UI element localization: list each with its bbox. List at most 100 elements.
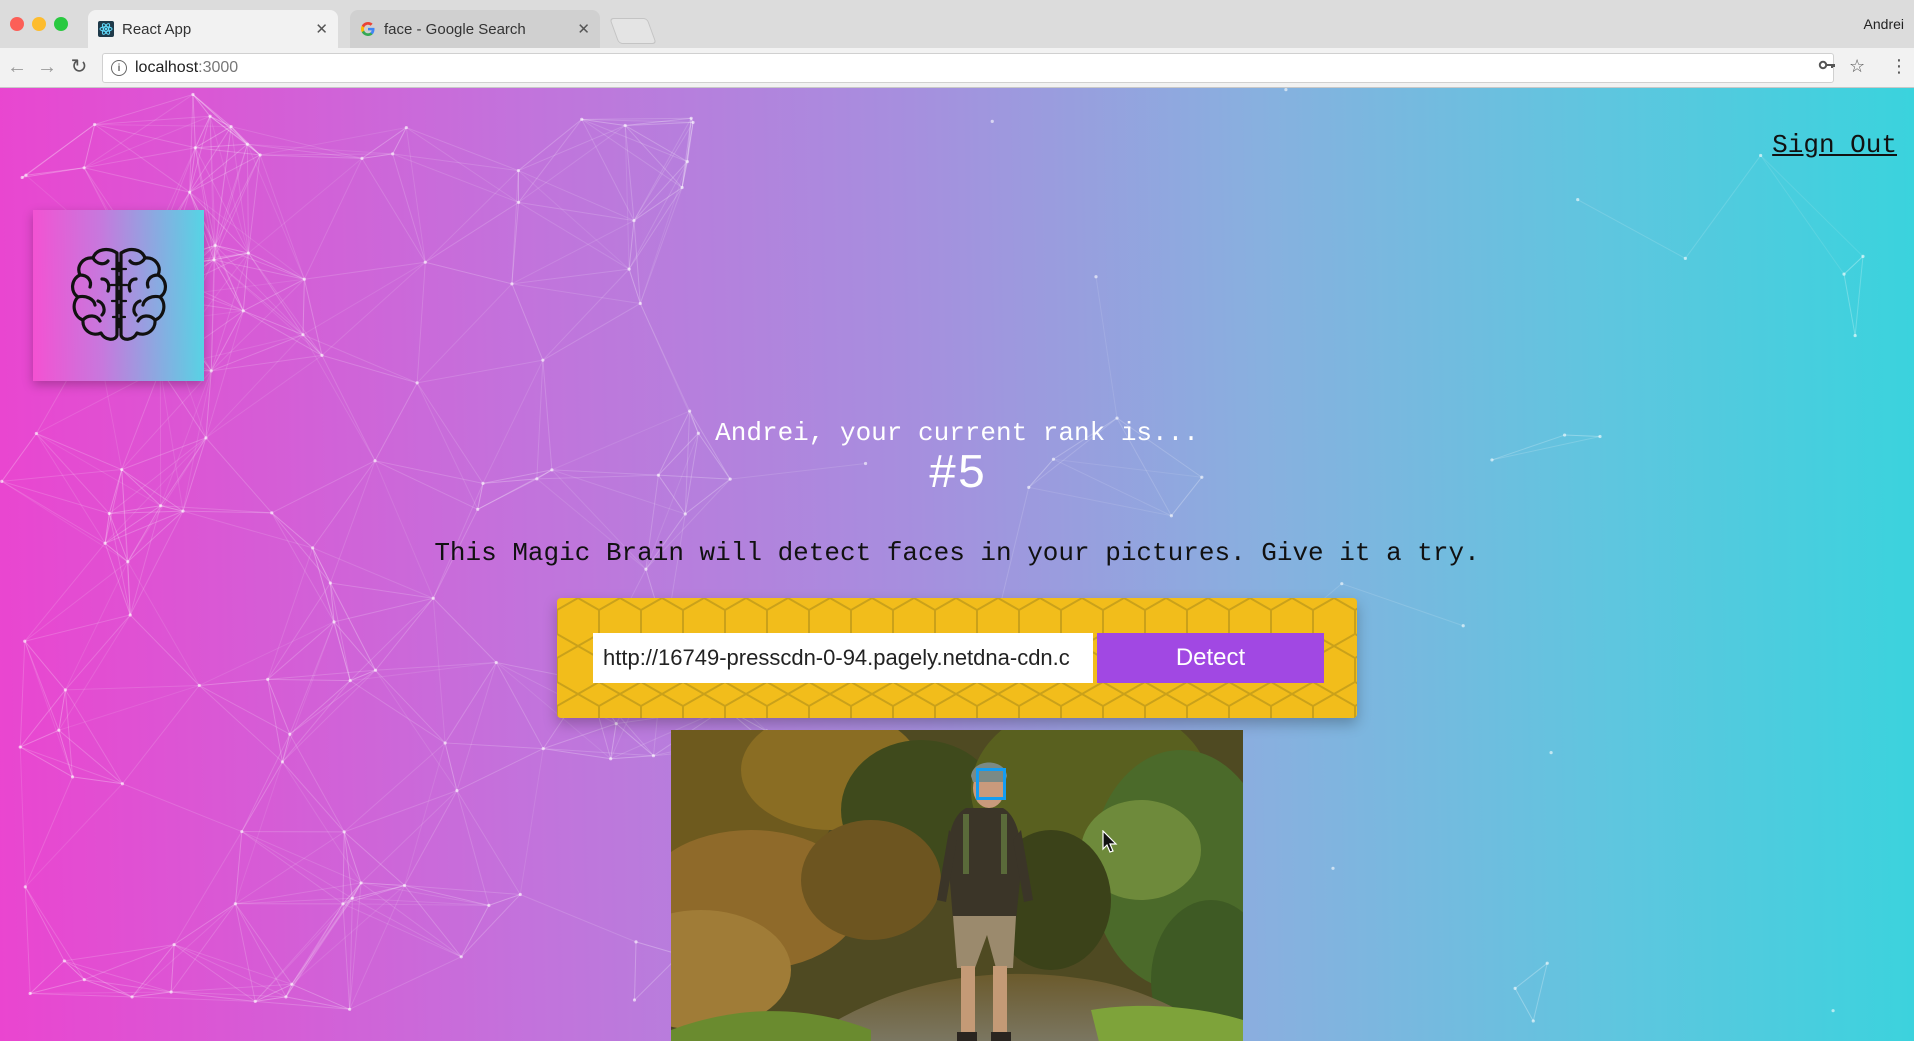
particle-link <box>58 614 131 731</box>
particle-link <box>416 262 426 383</box>
particle-dot <box>130 995 134 999</box>
particle-link <box>24 783 123 888</box>
particle-link <box>543 748 654 757</box>
particle-link <box>211 334 304 372</box>
particle-link <box>444 742 458 791</box>
particle-link <box>24 614 131 642</box>
particle-link <box>1760 155 1845 275</box>
particle-link <box>192 94 211 117</box>
particle-dot <box>172 943 176 947</box>
forward-arrow-icon[interactable]: → <box>34 54 60 80</box>
close-tab-icon[interactable]: ✕ <box>577 20 590 38</box>
url-port: :3000 <box>198 59 239 76</box>
particle-link <box>259 154 305 280</box>
particle-link <box>460 905 490 958</box>
particle-link <box>518 201 630 270</box>
image-url-input[interactable] <box>593 633 1093 683</box>
particle-link <box>171 991 286 998</box>
particle-link <box>518 201 635 222</box>
particle-dot <box>342 830 346 834</box>
detected-image <box>671 730 1243 1041</box>
address-bar[interactable]: i localhost:3000 <box>102 53 1834 83</box>
tab-strip: React App ✕ face - Google Search ✕ Andre… <box>0 0 1914 48</box>
react-icon <box>98 21 114 37</box>
info-icon[interactable]: i <box>111 60 127 76</box>
particle-link <box>282 761 345 833</box>
particle-link <box>84 979 133 998</box>
url-host: localhost <box>135 59 199 76</box>
particle-dot <box>1831 1009 1835 1013</box>
particle-dot <box>258 153 262 157</box>
particle-link <box>84 167 190 193</box>
close-tab-icon[interactable]: ✕ <box>315 20 328 38</box>
particle-dot <box>391 152 395 156</box>
particle-link <box>195 143 248 149</box>
particle-link <box>456 790 521 895</box>
particle-dot <box>423 260 427 264</box>
tab-react-app[interactable]: React App ✕ <box>88 10 338 48</box>
particle-dot <box>623 123 627 128</box>
particle-dot <box>191 92 195 97</box>
detect-button[interactable]: Detect <box>1097 633 1324 683</box>
back-arrow-icon[interactable]: ← <box>4 54 30 80</box>
particle-dot <box>229 124 233 129</box>
minimize-window-button[interactable] <box>32 17 46 31</box>
particle-dot <box>685 160 689 164</box>
tab-google-search[interactable]: face - Google Search ✕ <box>350 10 600 48</box>
particle-dot <box>240 829 244 834</box>
bookmark-star-icon[interactable]: ☆ <box>1849 56 1865 77</box>
particle-link <box>192 94 196 148</box>
particle-link <box>1843 274 1856 336</box>
particle-link <box>343 831 353 899</box>
menu-dots-icon[interactable]: ⋮ <box>1890 56 1908 77</box>
new-tab-button[interactable] <box>609 18 657 44</box>
particle-link <box>1095 276 1118 419</box>
particle-link <box>24 640 66 691</box>
particle-dot <box>494 660 498 665</box>
particle-link <box>64 614 131 691</box>
particle-link <box>1843 256 1864 275</box>
particle-link <box>259 127 407 156</box>
particle-dot <box>188 190 192 194</box>
particle-dot <box>516 200 521 205</box>
particle-link <box>321 261 426 356</box>
particle-link <box>289 733 345 833</box>
particle-link <box>349 680 446 744</box>
particle-dot <box>1331 866 1335 870</box>
particle-dot <box>443 741 447 745</box>
particle-dot <box>360 156 364 161</box>
particle-link <box>511 202 520 284</box>
close-window-button[interactable] <box>10 17 24 31</box>
particle-dot <box>614 722 618 726</box>
particle-dot <box>284 995 288 999</box>
particle-link <box>84 147 196 169</box>
particle-dot <box>266 677 270 681</box>
particle-link <box>349 597 434 681</box>
app-logo[interactable] <box>33 210 204 381</box>
particle-link <box>639 303 691 412</box>
particle-dot <box>301 333 305 337</box>
brain-icon <box>70 247 167 341</box>
particle-dot <box>1545 961 1549 965</box>
particle-dot <box>1576 198 1580 202</box>
particle-link <box>267 679 283 762</box>
particle-dot <box>476 507 480 511</box>
reload-icon[interactable]: ↻ <box>66 54 92 80</box>
particle-dot <box>320 353 324 358</box>
sign-out-link[interactable]: Sign Out <box>1772 130 1897 160</box>
profile-name[interactable]: Andrei <box>1864 16 1904 32</box>
particle-dot <box>1549 751 1553 755</box>
particle-link <box>302 261 426 336</box>
particle-link <box>302 334 418 384</box>
particle-link <box>24 776 73 888</box>
key-icon[interactable] <box>1818 56 1836 79</box>
browser-chrome: React App ✕ face - Google Search ✕ Andre… <box>0 0 1914 88</box>
maximize-window-button[interactable] <box>54 17 68 31</box>
particle-link <box>84 979 172 993</box>
particle-dot <box>82 166 86 170</box>
particle-dot <box>246 251 251 255</box>
particle-dot <box>82 978 86 982</box>
particle-dot <box>487 903 491 907</box>
particle-link <box>392 153 519 203</box>
particle-link <box>1532 963 1548 1022</box>
